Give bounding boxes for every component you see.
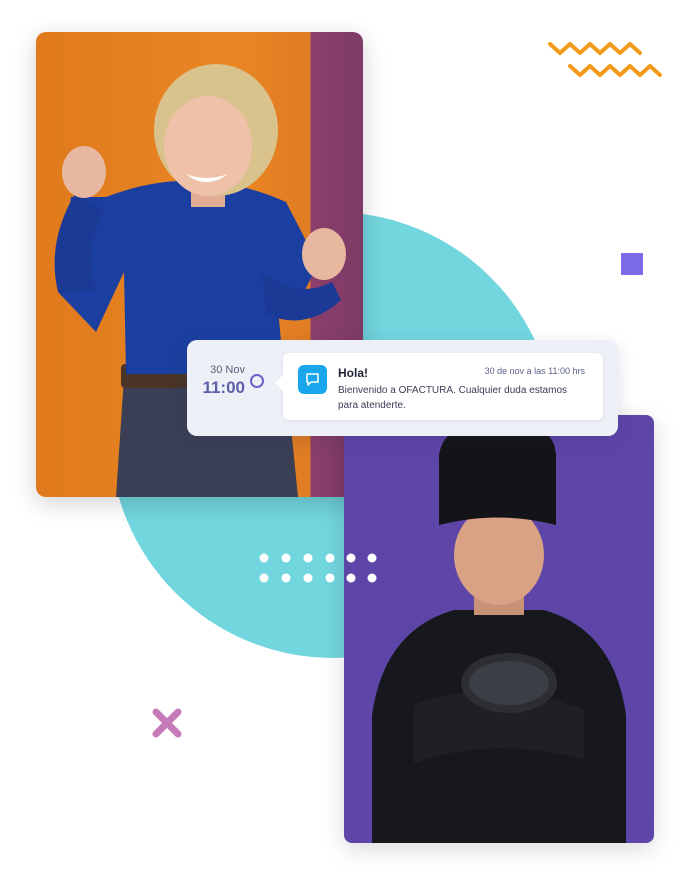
zigzag-decoration (548, 42, 662, 77)
notification-date-column: 30 Nov 11:00 (187, 364, 245, 398)
notification-date: 30 Nov (210, 364, 245, 376)
notification-time: 11:00 (202, 378, 245, 397)
message-title: Hola! (338, 366, 368, 380)
photo-chef (344, 415, 654, 843)
dot-grid-decoration (259, 553, 377, 583)
cross-decoration (152, 708, 182, 738)
chef-illustration (372, 422, 626, 843)
purple-square-decoration (621, 253, 643, 275)
chat-bubble-icon (298, 365, 327, 394)
message-bubble[interactable]: Hola! 30 de nov a las 11:00 hrs Bienveni… (275, 353, 603, 420)
notification-card[interactable]: 30 Nov 11:00 Hola! 30 de nov a las 11:00… (187, 340, 618, 436)
message-body: Bienvenido a OFACTURA. Cualquier duda es… (338, 385, 568, 411)
timeline-dot-icon (250, 374, 264, 388)
message-timestamp: 30 de nov a las 11:00 hrs (484, 366, 585, 376)
